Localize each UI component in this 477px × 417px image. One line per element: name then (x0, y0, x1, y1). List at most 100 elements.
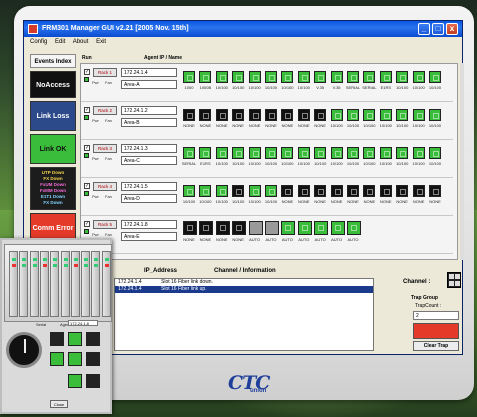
agent-name-field[interactable]: Area-D (121, 194, 177, 203)
event-list[interactable]: 172.24.1.4 Slot 16 Fiber link down. 172.24… (114, 278, 374, 351)
run-checkbox[interactable]: ✓ (84, 107, 90, 113)
slot-indicator[interactable] (396, 147, 409, 159)
agent-name-field[interactable]: Area-A (121, 80, 177, 89)
slot-indicator[interactable] (412, 147, 425, 159)
slot-indicator[interactable] (429, 185, 441, 197)
slot-indicator[interactable] (232, 221, 247, 235)
slot-indicator[interactable] (412, 109, 425, 121)
slot-indicator[interactable] (330, 71, 343, 83)
slot-indicator[interactable] (215, 147, 228, 159)
slot-indicator[interactable] (297, 109, 310, 121)
rack-scrollbar[interactable] (460, 63, 464, 260)
slot-indicator[interactable] (265, 185, 277, 197)
slot-indicator[interactable] (330, 221, 345, 235)
menu-about[interactable]: About (73, 39, 89, 45)
rack-button[interactable]: Rack 3 (93, 144, 117, 153)
slot-indicator[interactable] (265, 109, 277, 121)
trap-count-field[interactable]: 2 (413, 311, 459, 320)
slot-indicator[interactable] (199, 71, 212, 83)
slot-indicator[interactable] (363, 71, 376, 83)
slot-indicator[interactable] (232, 109, 245, 121)
slot-indicator[interactable] (330, 147, 343, 159)
slot-indicator[interactable] (281, 221, 296, 235)
slot-indicator[interactable] (281, 71, 294, 83)
slot-indicator[interactable] (412, 185, 425, 197)
slot-indicator[interactable] (396, 109, 409, 121)
slot-indicator[interactable] (297, 147, 310, 159)
event-row[interactable]: 172.24.1.4 Slot 16 Fiber link down. (115, 279, 373, 286)
inset-close-button[interactable]: Close (50, 400, 68, 408)
slot-indicator[interactable] (232, 71, 245, 83)
slot-indicator[interactable] (297, 71, 310, 83)
agent-ip-field[interactable]: 172.24.1.2 (121, 106, 177, 115)
agent-name-field[interactable]: Area-B (121, 118, 177, 127)
clear-trap-button[interactable]: Clear Trap (413, 341, 459, 351)
rack-card[interactable] (81, 251, 91, 317)
menu-exit[interactable]: Exit (96, 39, 106, 45)
slot-indicator[interactable] (314, 185, 327, 197)
slot-indicator[interactable] (232, 147, 245, 159)
slot-indicator[interactable] (347, 71, 359, 83)
slot-indicator[interactable] (429, 71, 441, 83)
slot-indicator[interactable] (363, 185, 376, 197)
slot-indicator[interactable] (396, 185, 409, 197)
slot-indicator[interactable] (314, 221, 329, 235)
rack-card[interactable] (70, 251, 80, 317)
slot-indicator[interactable] (265, 71, 277, 83)
run-checkbox[interactable]: ✓ (84, 145, 90, 151)
rack-card[interactable] (29, 251, 39, 317)
rack-button[interactable]: Rack 2 (93, 106, 117, 115)
close-button[interactable]: x (446, 23, 458, 35)
rack-button[interactable]: Rack 4 (93, 182, 117, 191)
agent-ip-field[interactable]: 172.24.1.4 (121, 68, 177, 77)
rack-card[interactable] (91, 251, 101, 317)
slot-indicator[interactable] (248, 221, 263, 235)
slot-indicator[interactable] (199, 185, 212, 197)
slot-indicator[interactable] (183, 185, 195, 197)
rack-card[interactable] (9, 251, 18, 317)
agent-ip-field[interactable]: 172.24.1.8 (121, 220, 177, 229)
title-bar[interactable]: FRM301 Manager GUI v2.21 [2005 Nov. 15th… (24, 21, 462, 37)
slot-indicator[interactable] (248, 71, 261, 83)
slot-indicator[interactable] (281, 147, 294, 159)
slot-indicator[interactable] (347, 185, 359, 197)
event-row[interactable]: 172.24.1.4 Slot 16 Fiber link up. (115, 286, 373, 293)
rack-card[interactable] (60, 251, 70, 317)
slot-indicator[interactable] (297, 221, 312, 235)
menu-edit[interactable]: Edit (55, 39, 65, 45)
rack-card[interactable] (39, 251, 49, 317)
slot-indicator[interactable] (396, 71, 409, 83)
slot-indicator[interactable] (215, 185, 228, 197)
slot-indicator[interactable] (183, 221, 197, 235)
slot-indicator[interactable] (330, 185, 343, 197)
slot-indicator[interactable] (347, 109, 359, 121)
slot-indicator[interactable] (215, 109, 228, 121)
slot-indicator[interactable] (330, 109, 343, 121)
slot-indicator[interactable] (379, 109, 392, 121)
slot-indicator[interactable] (265, 147, 277, 159)
run-checkbox[interactable]: ✓ (84, 183, 90, 189)
slot-indicator[interactable] (183, 71, 195, 83)
slot-indicator[interactable] (297, 185, 310, 197)
slot-indicator[interactable] (347, 147, 359, 159)
slot-indicator[interactable] (199, 109, 212, 121)
agent-ip-field[interactable]: 172.24.1.5 (121, 182, 177, 191)
slot-indicator[interactable] (248, 147, 261, 159)
slot-indicator[interactable] (248, 109, 261, 121)
slot-indicator[interactable] (314, 71, 327, 83)
slot-indicator[interactable] (379, 71, 392, 83)
slot-indicator[interactable] (281, 109, 294, 121)
maximize-button[interactable]: □ (432, 23, 444, 35)
agent-name-field[interactable]: Area-C (121, 156, 177, 165)
run-checkbox[interactable]: ✓ (84, 221, 90, 227)
rack-button[interactable]: Rack 5 (93, 220, 117, 229)
slot-indicator[interactable] (183, 109, 195, 121)
slot-indicator[interactable] (199, 147, 212, 159)
slot-indicator[interactable] (199, 221, 214, 235)
run-checkbox[interactable]: ✓ (84, 69, 90, 75)
slot-indicator[interactable] (314, 109, 327, 121)
slot-indicator[interactable] (363, 109, 376, 121)
minimize-button[interactable]: _ (418, 23, 430, 35)
agent-name-field[interactable]: Area-E (121, 232, 177, 241)
slot-indicator[interactable] (314, 147, 327, 159)
